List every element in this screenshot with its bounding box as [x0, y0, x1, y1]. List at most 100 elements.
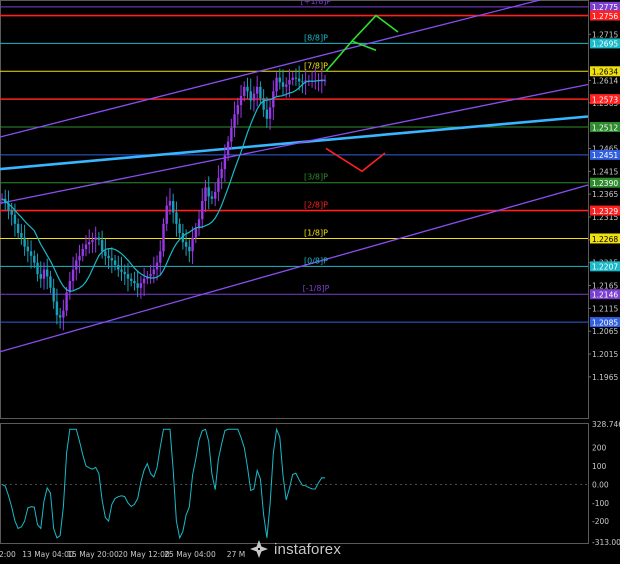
candle-body-41 — [133, 280, 136, 284]
candle-body-27 — [88, 242, 91, 245]
candle-body-55 — [178, 223, 181, 233]
candle-body-66 — [213, 191, 217, 199]
candle-body-84 — [272, 91, 275, 108]
candle-body-20 — [65, 292, 68, 311]
candle-body-52 — [168, 201, 172, 206]
murrey-label-3: [7/8]P — [304, 61, 328, 70]
candle-body-32 — [104, 251, 107, 256]
candle-body-33 — [107, 255, 110, 259]
candle-body-79 — [255, 86, 259, 94]
price-box-label-8: 1.2329 — [592, 207, 618, 216]
candle-body-82 — [265, 109, 269, 119]
candle-body-44 — [142, 278, 146, 284]
candle-body-15 — [49, 276, 52, 288]
cci-tick-label-6: -313.002 — [592, 538, 620, 547]
candle-body-11 — [36, 262, 39, 275]
time-axis: 12:00 13 May 04:0015 May 20:0020 May 12:0… — [0, 550, 245, 559]
candle-body-69 — [223, 155, 227, 170]
xtick-label-4: 25 May 04:00 — [164, 550, 216, 559]
ytick-label-5: 1.2365 — [592, 190, 618, 199]
price-box-label-6: 1.2451 — [592, 151, 618, 160]
candle-body-35 — [113, 260, 117, 265]
candle-body-62 — [201, 201, 204, 220]
candle-body-77 — [249, 91, 252, 101]
candle-body-83 — [268, 107, 272, 119]
xtick-label-5: 27 M — [227, 550, 245, 559]
candle-body-5 — [16, 223, 20, 233]
candle-body-16 — [52, 287, 55, 302]
cci-tick-label-4: -100 — [592, 499, 609, 508]
candle-body-14 — [46, 269, 49, 277]
candle-body-85 — [275, 77, 278, 92]
candle-body-93 — [301, 81, 304, 83]
murrey-label-9: [1/8]P — [304, 228, 328, 237]
candle-body-91 — [294, 77, 298, 79]
candle-body-81 — [262, 98, 265, 110]
candle-body-42 — [136, 283, 139, 288]
ytick-label-12: 1.2015 — [592, 350, 618, 359]
candle-body-8 — [26, 246, 30, 252]
xtick-label-2: 15 May 20:00 — [67, 550, 119, 559]
candle-body-7 — [23, 237, 26, 247]
murrey-label-0: [+1/8]P — [301, 0, 332, 6]
ytick-label-4: 1.2415 — [592, 167, 618, 176]
candle-body-23 — [75, 260, 78, 270]
candle-body-36 — [117, 264, 120, 270]
candle-body-87 — [281, 82, 285, 87]
cci-tick-label-1: 200 — [592, 444, 607, 453]
price-box-label-5: 1.2512 — [592, 123, 618, 132]
candle-body-67 — [217, 178, 220, 192]
murrey-label-8: [2/8]P — [304, 201, 328, 210]
candle-body-86 — [278, 77, 281, 83]
cci-tick-label-5: -200 — [592, 517, 609, 526]
candle-body-31 — [100, 239, 104, 252]
candle-body-76 — [246, 86, 249, 92]
candle-body-6 — [20, 232, 23, 238]
candle-body-70 — [226, 141, 230, 156]
cci-tick-label-0: 328.7467 — [592, 420, 620, 429]
price-box-label-12: 1.2085 — [592, 318, 618, 327]
candle-body-48 — [155, 262, 159, 270]
candle-body-19 — [62, 310, 65, 318]
price-box-label-7: 1.2390 — [592, 179, 618, 188]
candle-body-49 — [159, 251, 162, 263]
ytick-label-13: 1.1965 — [592, 373, 618, 382]
candle-body-68 — [220, 169, 223, 179]
candle-body-28 — [91, 239, 94, 243]
xtick-label-0: 12:00 — [0, 550, 16, 559]
instaforex-logo-icon — [250, 540, 268, 558]
candle-body-18 — [58, 315, 62, 318]
candle-body-38 — [123, 271, 126, 275]
candle-body-78 — [252, 93, 256, 101]
candle-body-43 — [139, 283, 143, 288]
candle-body-34 — [110, 258, 114, 261]
candle-body-26 — [84, 244, 88, 249]
candle-body-13 — [42, 269, 46, 279]
candle-body-39 — [126, 274, 130, 279]
candle-body-3 — [10, 210, 13, 215]
ytick-label-1: 1.2614 — [592, 76, 618, 85]
cci-tick-label-2: 100 — [592, 462, 607, 471]
candle-body-46 — [149, 274, 152, 277]
candle-body-88 — [285, 84, 288, 87]
candle-body-58 — [188, 246, 191, 252]
xtick-label-1: 13 May 04:00 — [22, 550, 74, 559]
price-box-label-9: 1.2268 — [592, 235, 618, 244]
candle-body-47 — [152, 269, 156, 275]
candle-body-64 — [207, 187, 210, 197]
candle-body-60 — [194, 228, 197, 238]
ytick-label-10: 1.2115 — [592, 304, 618, 313]
candle-body-80 — [259, 86, 262, 99]
candle-body-65 — [210, 196, 214, 199]
candle-body-29 — [94, 237, 97, 240]
ytick-label-11: 1.2065 — [592, 327, 618, 336]
candle-body-51 — [165, 205, 168, 224]
candle-body-40 — [130, 278, 133, 281]
candle-body-12 — [39, 274, 42, 279]
brand-logo: instaforex — [248, 537, 341, 561]
candle-body-89 — [288, 79, 291, 85]
candle-body-37 — [120, 269, 123, 272]
logo-text: instaforex — [274, 540, 342, 558]
candle-body-71 — [230, 127, 233, 142]
candle-body-25 — [81, 248, 84, 256]
